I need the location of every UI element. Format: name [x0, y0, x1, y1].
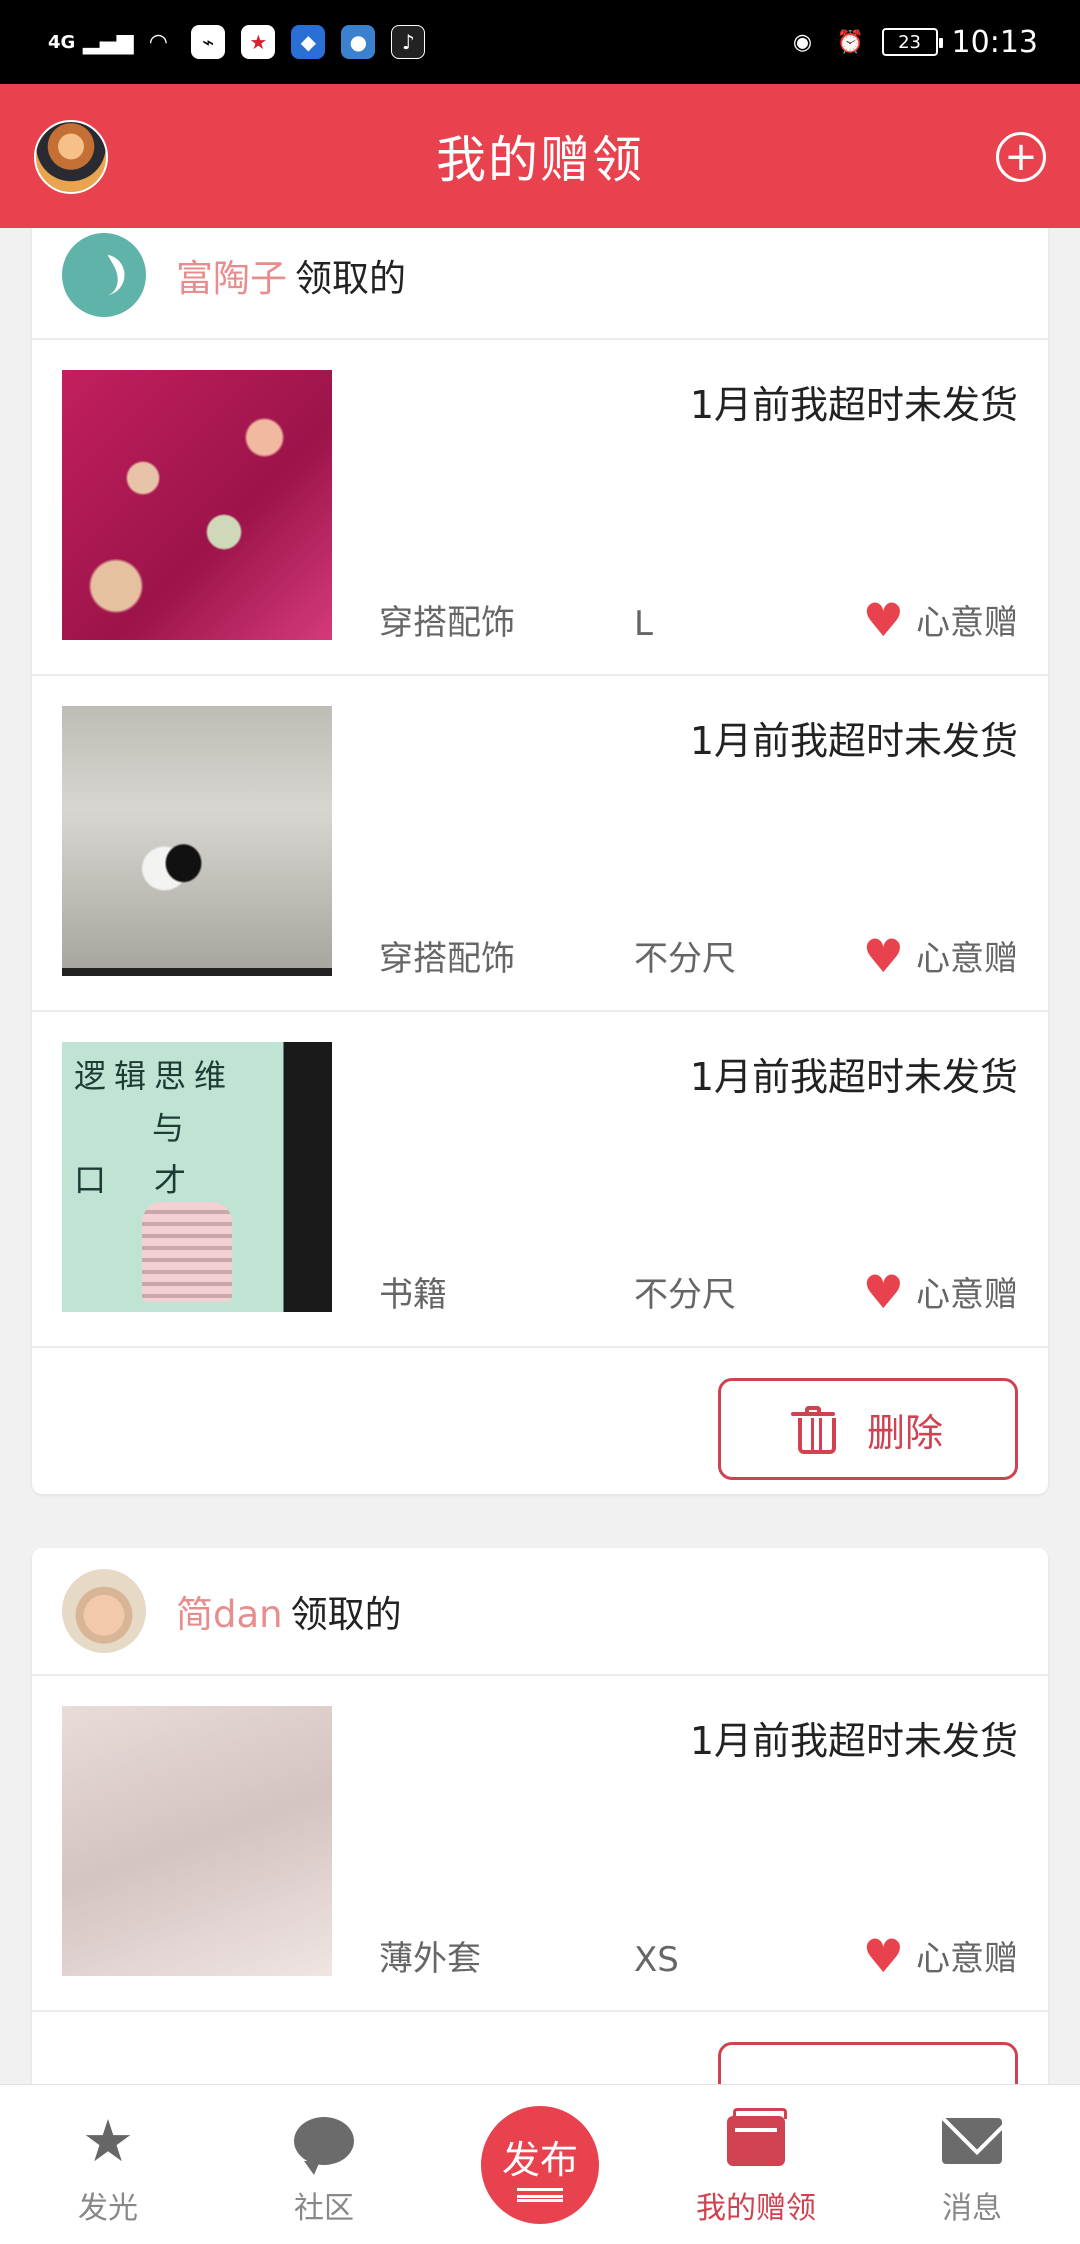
item-tag: ♥ 心意赠: [863, 1267, 1018, 1316]
item-size: 不分尺: [634, 1275, 736, 1315]
gift-item[interactable]: 1月前我超时未发货 穿搭配饰 不分尺 ♥ 心意赠: [32, 676, 1048, 1012]
card-header: 简dan 领取的: [32, 1548, 1048, 1676]
heart-icon: ♥: [862, 928, 904, 983]
item-tag-label: 心意赠: [916, 1275, 1018, 1315]
alarm-icon: ⏰: [836, 29, 865, 55]
gift-list[interactable]: 富陶子 领取的 1月前我超时未发货 穿搭配饰 L ♥ 心意赠 1月前我超时未发货 …: [0, 228, 1080, 2084]
nav-label: 我的赠领: [696, 2191, 816, 2226]
heart-icon: ♥: [862, 592, 904, 647]
item-size: L: [634, 604, 653, 644]
network-label: 4G: [48, 31, 76, 53]
status-right: ◉ ⏰ 23 10:13: [786, 25, 1038, 60]
nav-item-discover[interactable]: ★ 发光: [0, 2085, 216, 2244]
gift-cards-icon: [726, 2108, 787, 2171]
user-avatar[interactable]: [62, 233, 146, 317]
card-footer: [32, 2012, 1048, 2084]
item-photo: [62, 1706, 332, 1976]
item-category: 书籍: [379, 1275, 447, 1315]
shield-app-icon: ◆: [291, 25, 326, 59]
item-tag-label: 心意赠: [916, 603, 1018, 643]
clock: 10:13: [951, 24, 1038, 60]
profile-avatar[interactable]: [34, 120, 108, 194]
tiktok-app-icon: ♪: [391, 25, 426, 59]
nav-label: 社区: [294, 2191, 354, 2226]
user-name[interactable]: 简dan: [176, 1593, 283, 1636]
user-avatar[interactable]: [62, 1569, 146, 1653]
item-status: 1月前我超时未发货: [689, 719, 1018, 763]
delete-button[interactable]: 删除: [718, 1378, 1018, 1480]
item-tag: ♥ 心意赠: [863, 931, 1018, 980]
star-app-icon: ★: [241, 25, 276, 59]
globe-app-icon: ●: [341, 25, 376, 59]
gift-item[interactable]: 逻辑思维 与 口 才 1月前我超时未发货 书籍 不分尺 ♥ 心意赠: [32, 1012, 1048, 1348]
nav-label: 发光: [78, 2191, 138, 2226]
add-icon[interactable]: +: [996, 132, 1046, 182]
item-category: 薄外套: [379, 1939, 481, 1979]
delete-label: 删除: [866, 1410, 943, 1455]
wifi-icon: ◠: [148, 29, 168, 55]
item-status: 1月前我超时未发货: [689, 1055, 1018, 1099]
item-status: 1月前我超时未发货: [689, 383, 1018, 427]
publish-label: 发布: [501, 2137, 578, 2182]
item-size: 不分尺: [634, 939, 736, 979]
item-tag-label: 心意赠: [916, 939, 1018, 979]
status-left: 4G ▂▄▆ ◠ ⌁ ★ ◆ ● ♪: [48, 25, 426, 59]
item-tag: ♥ 心意赠: [863, 1931, 1018, 1980]
heart-icon: ♥: [862, 1264, 904, 1319]
microphone-illustration: [142, 1202, 232, 1302]
nav-item-my-gifts[interactable]: 我的赠领: [648, 2085, 864, 2244]
book-title-line: 逻辑思维: [74, 1057, 235, 1095]
nav-item-messages[interactable]: 消息: [864, 2085, 1080, 2244]
user-action: 领取的: [290, 1593, 402, 1636]
book-cover-text: 逻辑思维 与 口 才: [74, 1050, 234, 1206]
card-user-line: 富陶子 领取的: [176, 248, 406, 302]
user-action: 领取的: [295, 257, 406, 300]
item-photo: [62, 706, 332, 976]
delete-button[interactable]: [718, 2042, 1018, 2084]
item-category: 穿搭配饰: [379, 939, 515, 979]
book-title-line: 与: [152, 1109, 193, 1147]
status-bar: 4G ▂▄▆ ◠ ⌁ ★ ◆ ● ♪ ◉ ⏰ 23 10:13: [0, 0, 1080, 84]
item-photo: 逻辑思维 与 口 才: [62, 1042, 332, 1312]
publish-button[interactable]: 发布: [481, 2106, 599, 2224]
nav-item-community[interactable]: 社区: [216, 2085, 432, 2244]
item-photo: [62, 370, 332, 640]
trash-icon: [790, 1406, 836, 1454]
card-header: 富陶子 领取的: [32, 228, 1048, 340]
heart-icon: ♥: [862, 1928, 904, 1983]
card-user-line: 简dan 领取的: [176, 1584, 402, 1638]
signal-icon: ▂▄▆: [82, 29, 134, 55]
mail-icon: [942, 2111, 1002, 2171]
star-icon: ★: [82, 2107, 134, 2175]
gift-item[interactable]: 1月前我超时未发货 穿搭配饰 L ♥ 心意赠: [32, 340, 1048, 676]
publish-icon: [517, 2187, 563, 2202]
gift-card: 简dan 领取的 1月前我超时未发货 薄外套 XS ♥ 心意赠: [32, 1548, 1048, 2084]
page-title: 我的赠领: [436, 131, 644, 189]
item-size: XS: [634, 1940, 679, 1980]
item-status: 1月前我超时未发货: [689, 1719, 1018, 1763]
nav-label: 消息: [942, 2191, 1002, 2226]
item-category: 穿搭配饰: [379, 603, 515, 643]
card-footer: 删除: [32, 1348, 1048, 1494]
activity-app-icon: ⌁: [191, 25, 226, 59]
user-name[interactable]: 富陶子: [176, 257, 287, 300]
battery-icon: 23: [881, 28, 943, 56]
item-tag: ♥ 心意赠: [863, 595, 1018, 644]
item-tag-label: 心意赠: [916, 1939, 1018, 1979]
app-header: 我的赠领 +: [0, 84, 1080, 228]
gift-card: 富陶子 领取的 1月前我超时未发货 穿搭配饰 L ♥ 心意赠 1月前我超时未发货 …: [32, 228, 1048, 1494]
gift-item[interactable]: 1月前我超时未发货 薄外套 XS ♥ 心意赠: [32, 1676, 1048, 2012]
eye-icon: ◉: [792, 29, 813, 55]
book-title-line: 口 才: [74, 1161, 195, 1199]
chat-bubble-icon: [294, 2111, 354, 2175]
